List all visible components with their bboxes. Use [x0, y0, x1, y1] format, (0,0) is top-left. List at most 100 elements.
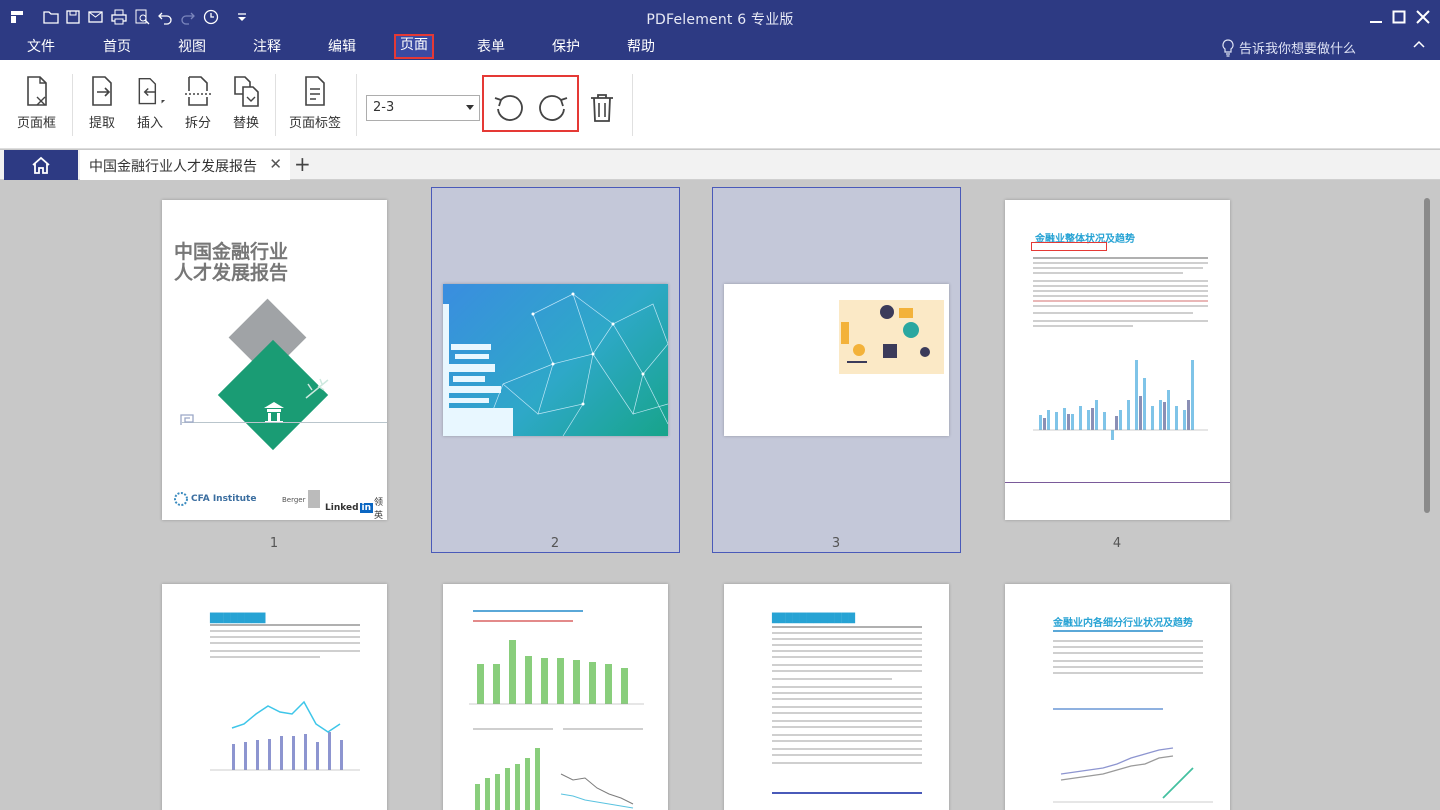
text-line — [772, 698, 922, 700]
text-line — [1053, 666, 1203, 668]
ribbon-divider — [632, 74, 633, 136]
home-tab[interactable] — [4, 150, 78, 180]
text-line — [772, 686, 922, 688]
lightbulb-icon — [1222, 38, 1234, 57]
menu-help[interactable]: 帮助 — [627, 37, 655, 59]
extract-label: 提取 — [88, 116, 115, 131]
page-box-icon — [21, 74, 53, 110]
text-line — [1033, 280, 1208, 282]
rotate-right-icon — [539, 95, 568, 121]
document-tab[interactable]: 中国金融行业人才发展报告 ✕ — [80, 150, 290, 180]
rotate-left-button[interactable] — [490, 90, 526, 126]
menu-bar: 文件 首页 视图 注释 编辑 页面 表单 保护 帮助 告诉我你想要做什么 — [0, 33, 1440, 60]
page-box-button[interactable]: 页面框 — [17, 74, 56, 131]
split-button[interactable]: 拆分 — [182, 74, 214, 131]
p6-small-charts — [475, 748, 634, 810]
text-line — [772, 740, 922, 742]
page-number-3: 3 — [831, 536, 841, 551]
vertical-scrollbar[interactable] — [1424, 198, 1430, 513]
page-thumbnail-6[interactable] — [443, 584, 668, 810]
title-bar: PDFelement 6 专业版 — [0, 0, 1440, 33]
text-line — [1033, 267, 1203, 269]
linkedin-logo: Linked in 领英 — [325, 495, 387, 520]
page-thumbnail-3[interactable] — [724, 284, 949, 436]
people-illustration — [841, 305, 930, 363]
p6-bar-chart — [469, 640, 644, 705]
page-thumbnail-1[interactable]: 中国金融行业 人才发展报告 CFA Institute Berger Linke… — [162, 200, 387, 520]
cover-title: 中国金融行业 人才发展报告 — [174, 242, 288, 284]
text-line — [772, 644, 922, 646]
split-icon — [182, 74, 214, 110]
menu-protect[interactable]: 保护 — [552, 37, 580, 59]
linkedin-cn: 领英 — [374, 498, 384, 520]
text-line — [210, 650, 360, 652]
new-tab-icon[interactable]: + — [294, 153, 311, 175]
page-number-2: 2 — [550, 536, 560, 551]
cover-title-line-1: 中国金融行业 — [174, 241, 289, 263]
text-line — [210, 636, 360, 638]
page-range-select[interactable]: 2-3 — [366, 95, 480, 121]
p5-line-bar-chart — [210, 700, 360, 771]
page-number-1: 1 — [269, 536, 279, 551]
window-title: PDFelement 6 专业版 — [646, 12, 794, 28]
menu-form[interactable]: 表单 — [477, 37, 505, 59]
text-line — [563, 728, 643, 730]
text-line — [1033, 295, 1208, 297]
berger-logo: Berger — [282, 496, 306, 504]
text-line — [1053, 652, 1203, 654]
delete-page-button[interactable] — [584, 90, 620, 126]
page-label-label: 页面标签 — [289, 116, 342, 131]
collapse-ribbon-icon[interactable] — [1412, 37, 1426, 55]
text-line — [772, 638, 922, 640]
page-thumbnail-5[interactable]: ████████ — [162, 584, 387, 810]
menu-comment[interactable]: 注释 — [253, 37, 281, 59]
text-line — [772, 720, 922, 722]
cover-line — [182, 422, 387, 423]
text-line — [1053, 630, 1163, 632]
menu-home[interactable]: 首页 — [103, 37, 131, 59]
page-thumbnail-8[interactable]: 金融业内各细分行业状况及趋势 — [1005, 584, 1230, 810]
p4-highlight-box — [1031, 242, 1107, 251]
text-line — [1033, 272, 1183, 274]
page-number-4: 4 — [1112, 536, 1122, 551]
extract-button[interactable]: 提取 — [86, 74, 118, 131]
text-line — [1033, 325, 1133, 327]
menu-view[interactable]: 视图 — [178, 37, 206, 59]
p7-heading: ████████████ — [772, 614, 856, 624]
text-line — [1053, 646, 1203, 648]
page-thumbnail-2[interactable] — [443, 284, 668, 436]
insert-icon — [134, 74, 166, 110]
ribbon-divider — [275, 74, 276, 136]
text-line — [1033, 285, 1208, 287]
cover-fret-icon — [180, 414, 194, 425]
tell-me-label: 告诉我你想要做什么 — [1239, 42, 1357, 57]
page-box-label: 页面框 — [17, 116, 57, 131]
page-label-button[interactable]: 页面标签 — [289, 74, 341, 131]
footer-rule — [1005, 482, 1230, 483]
text-line — [772, 706, 922, 708]
close-window-icon[interactable] — [1413, 7, 1433, 27]
menu-edit[interactable]: 编辑 — [328, 37, 356, 59]
page-thumbnail-4[interactable]: 金融业整体状况及趋势 — [1005, 200, 1230, 520]
p5-heading: ████████ — [210, 614, 266, 624]
text-line — [772, 670, 922, 672]
footer-rule — [772, 792, 922, 794]
replace-button[interactable]: 替换 — [230, 74, 262, 131]
dropdown-caret-icon — [466, 105, 474, 110]
insert-button[interactable]: 插入 — [134, 74, 166, 131]
menu-file[interactable]: 文件 — [27, 37, 55, 59]
page-thumbnail-7[interactable]: ████████████ — [724, 584, 949, 810]
minimize-icon[interactable] — [1366, 7, 1386, 27]
text-line — [1033, 312, 1193, 314]
tell-me-search[interactable]: 告诉我你想要做什么 — [1221, 38, 1356, 57]
close-tab-icon[interactable]: ✕ — [269, 155, 282, 173]
rotate-right-button[interactable] — [536, 90, 572, 126]
maximize-icon[interactable] — [1389, 7, 1409, 27]
home-icon — [32, 156, 50, 174]
text-line — [772, 734, 922, 736]
text-line — [772, 664, 922, 666]
ribbon-divider — [72, 74, 73, 136]
rotate-left-icon — [494, 95, 523, 121]
cfa-logo-text: CFA Institute — [191, 494, 257, 504]
menu-page[interactable]: 页面 — [394, 34, 434, 59]
